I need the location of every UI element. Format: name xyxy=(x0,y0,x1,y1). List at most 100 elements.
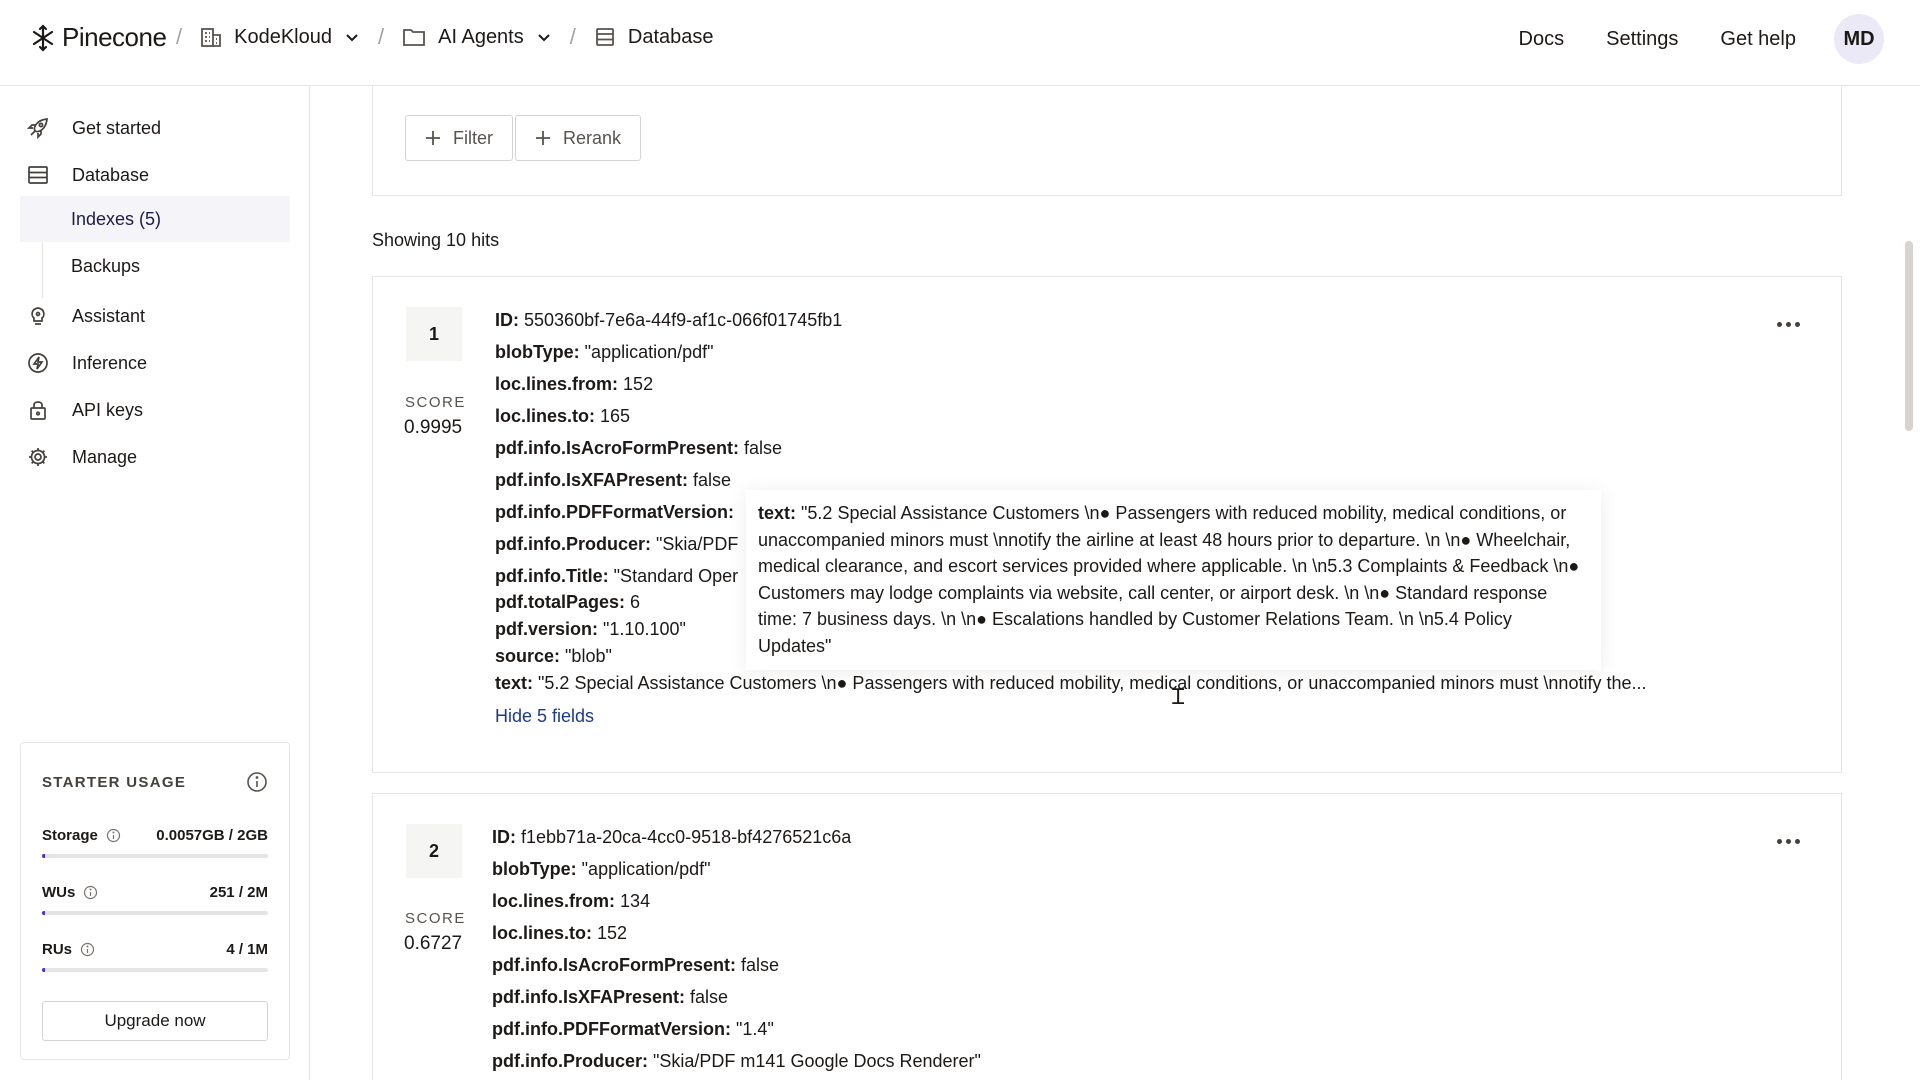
field-row: pdf.info.PDFFormatVersion: "1.4" xyxy=(492,1019,981,1051)
field-value: 152 xyxy=(623,374,654,394)
info-icon[interactable] xyxy=(80,942,95,957)
sidebar-item-get-started[interactable]: Get started xyxy=(26,116,161,140)
bolt-icon xyxy=(26,351,50,375)
sidebar-item-assistant[interactable]: Assistant xyxy=(26,304,145,328)
usage-value: 251 / 2M xyxy=(209,884,268,901)
breadcrumb-org[interactable]: KodeKloud xyxy=(200,26,360,49)
field-key: pdf.info.PDFFormatVersion: xyxy=(492,1019,732,1039)
field-value: "Skia/PDF m141 Google Docs Renderer" xyxy=(653,1051,981,1071)
field-key: pdf.info.Producer: xyxy=(492,1051,648,1071)
sidebar-item-label: Inference xyxy=(72,352,148,373)
avatar[interactable]: MD xyxy=(1834,14,1884,64)
usage-rus: RUs 4 / 1M xyxy=(42,941,268,972)
field-row: text: "5.2 Special Assistance Customers … xyxy=(495,673,1825,700)
field-value: 152 xyxy=(597,923,628,943)
field-row: loc.lines.to: 152 xyxy=(492,923,981,955)
field-key: pdf.info.IsAcroFormPresent: xyxy=(495,438,740,458)
breadcrumb-separator: / xyxy=(378,24,385,49)
sidebar-item-database[interactable]: Database xyxy=(26,163,149,187)
text-field-tooltip: text: "5.2 Special Assistance Customers … xyxy=(746,490,1601,670)
field-key: pdf.totalPages: xyxy=(495,592,626,612)
pinecone-logo-icon xyxy=(32,23,54,52)
field-row: ID: 550360bf-7e6a-44f9-af1c-066f01745fb1 xyxy=(495,310,1825,342)
field-row: loc.lines.to: 165 xyxy=(495,406,1825,438)
brand-name: Pinecone xyxy=(62,22,167,52)
sidebar-item-label: Manage xyxy=(72,446,138,467)
tooltip-key: text: xyxy=(758,503,797,523)
filter-button[interactable]: Filter xyxy=(405,115,513,161)
breadcrumb-separator: / xyxy=(176,24,183,49)
chevron-down-icon xyxy=(346,34,358,42)
field-key: loc.lines.to: xyxy=(492,923,593,943)
header-links: Docs Settings Get help MD xyxy=(1519,14,1884,64)
sidebar-item-label: Get started xyxy=(72,117,162,138)
field-value: "application/pdf" xyxy=(581,859,711,879)
field-key: blobType: xyxy=(492,859,577,879)
sidebar-item-api-keys[interactable]: API keys xyxy=(26,398,143,422)
upgrade-button[interactable]: Upgrade now xyxy=(42,1001,268,1041)
field-key: loc.lines.to: xyxy=(495,406,596,426)
sidebar-item-manage[interactable]: Manage xyxy=(26,445,137,469)
field-row: blobType: "application/pdf" xyxy=(495,342,1825,374)
field-key: loc.lines.from: xyxy=(492,891,616,911)
field-row: blobType: "application/pdf" xyxy=(492,859,981,891)
field-row: loc.lines.from: 152 xyxy=(495,374,1825,406)
folder-icon xyxy=(403,29,426,46)
field-key: ID: xyxy=(495,310,519,330)
field-key: source: xyxy=(495,646,561,666)
more-options-icon[interactable] xyxy=(1773,831,1803,851)
scrollbar-thumb[interactable] xyxy=(1905,241,1913,431)
docs-link[interactable]: Docs xyxy=(1519,28,1565,51)
plus-icon xyxy=(536,131,550,145)
sidebar-subitem-indexes[interactable]: Indexes (5) xyxy=(20,196,290,242)
breadcrumb-separator: / xyxy=(569,24,576,49)
field-value: "blob" xyxy=(565,646,612,666)
chevron-down-icon xyxy=(538,34,550,42)
usage-bar-fill xyxy=(42,911,46,915)
sidebar-item-label: Database xyxy=(72,164,150,185)
rerank-button[interactable]: Rerank xyxy=(515,115,642,161)
score-value: 0.9995 xyxy=(404,417,463,438)
score-label: SCORE xyxy=(405,910,466,927)
lock-icon xyxy=(26,398,50,422)
field-value: "1.10.100" xyxy=(603,619,686,639)
info-icon[interactable] xyxy=(106,828,121,843)
database-icon xyxy=(595,28,614,46)
info-icon[interactable] xyxy=(246,771,268,793)
breadcrumb: / KodeKloud / AI Agents / Database xyxy=(176,24,714,50)
sidebar-item-label: API keys xyxy=(72,399,144,420)
field-value: 165 xyxy=(600,406,631,426)
sidebar-subitem-backups[interactable]: Backups xyxy=(20,243,290,289)
pinecone-logo[interactable]: Pinecone xyxy=(30,22,167,53)
filter-label: Filter xyxy=(453,127,493,148)
field-key: pdf.info.Title: xyxy=(495,566,609,586)
field-key: pdf.info.Producer: xyxy=(495,534,651,554)
sidebar-item-label: Assistant xyxy=(72,305,146,326)
field-key: ID: xyxy=(492,827,516,847)
field-value: false xyxy=(744,438,783,458)
field-key: text: xyxy=(495,673,534,693)
breadcrumb-project-label: AI Agents xyxy=(438,25,524,48)
get-help-link[interactable]: Get help xyxy=(1720,28,1796,51)
breadcrumb-database[interactable]: Database xyxy=(594,26,714,49)
hide-fields-link[interactable]: Hide 5 fields xyxy=(495,706,594,727)
settings-link[interactable]: Settings xyxy=(1606,28,1678,51)
usage-bar-fill xyxy=(42,968,46,972)
plus-icon xyxy=(426,131,440,145)
usage-bar xyxy=(42,968,268,972)
field-key: pdf.info.IsXFAPresent: xyxy=(495,470,689,490)
field-row: pdf.info.Producer: "Skia/PDF m141 Google… xyxy=(492,1051,981,1080)
field-row: loc.lines.from: 134 xyxy=(492,891,981,923)
usage-label: WUs xyxy=(42,884,76,901)
field-value: f1ebb71a-20ca-4cc0-9518-bf4276521c6a xyxy=(521,827,852,847)
field-row: pdf.info.IsXFAPresent: false xyxy=(492,987,981,1019)
field-value: "1.4" xyxy=(736,1019,774,1039)
page-scrollbar[interactable] xyxy=(1898,86,1920,1080)
breadcrumb-project[interactable]: AI Agents xyxy=(402,26,552,49)
usage-wus: WUs 251 / 2M xyxy=(42,884,268,915)
sidebar-item-inference[interactable]: Inference xyxy=(26,351,147,375)
usage-value: 4 / 1M xyxy=(226,941,268,958)
lightbulb-icon xyxy=(26,304,50,328)
info-icon[interactable] xyxy=(83,885,98,900)
top-bar: Pinecone / KodeKloud / AI Agents / Datab… xyxy=(0,0,1920,86)
